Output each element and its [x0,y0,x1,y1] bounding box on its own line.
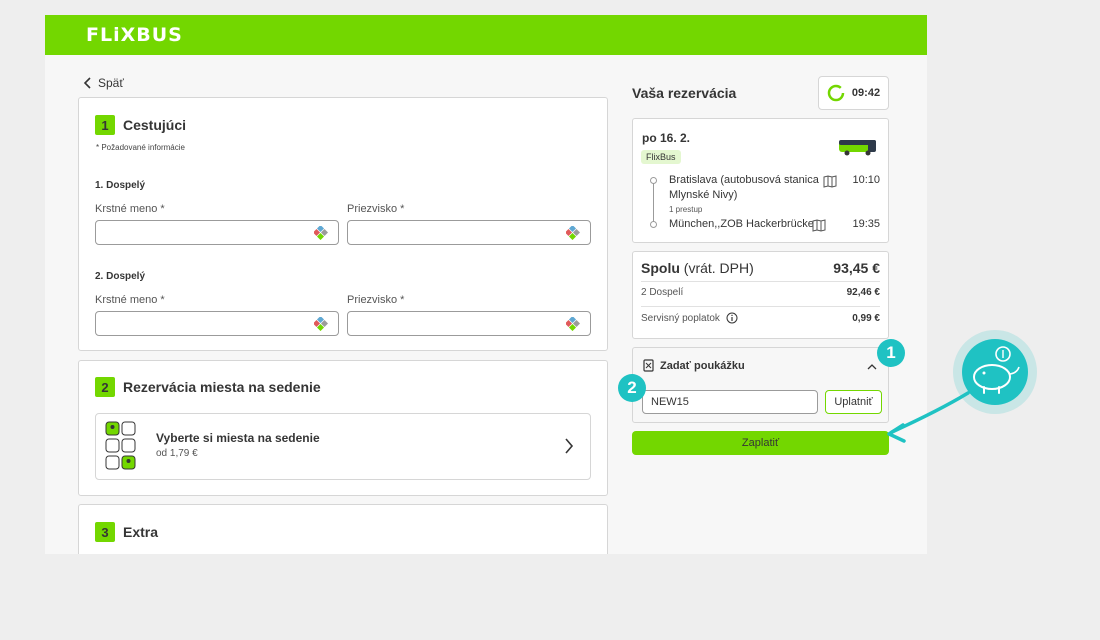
departure-time: 10:10 [852,174,880,186]
back-link[interactable]: Späť [83,76,124,90]
voucher-card: Zadať poukážku NEW15 Uplatniť [632,347,889,423]
total-label: Spolu [641,260,680,276]
section-title: Cestujúci [123,117,187,133]
seat-selection-button[interactable]: Vyberte si miesta na sedenie od 1,79 € [95,413,591,480]
keyboard-icon[interactable] [314,317,328,331]
step-number: 3 [95,522,115,542]
keyboard-icon[interactable] [314,226,328,240]
departure-stop: Bratislava (autobusová stanica Mlynské N… [669,174,819,201]
trip-date: po 16. 2. [642,131,691,145]
adults-value: 92,46 € [846,287,880,298]
adults-label: 2 Dospelí [641,287,684,298]
bus-icon [839,140,876,156]
divider [641,281,880,282]
voucher-input[interactable]: NEW15 [642,390,818,414]
last-name-label: Priezvisko * [347,203,405,215]
passenger-heading: 1. Dospelý [95,180,146,191]
first-name-input[interactable] [95,220,339,245]
timer: 09:42 [818,76,889,110]
first-name-label: Krstné meno * [95,203,165,215]
fee-value: 0,99 € [852,312,880,324]
reservation-title: Vaša rezervácia [632,85,737,101]
section-title: Rezervácia miesta na sedenie [123,379,321,395]
seat-reservation-title: 2 Rezervácia miesta na sedenie [95,377,321,397]
apply-voucher-button[interactable]: Uplatniť [825,390,882,414]
divider [641,306,880,307]
section-title: Extra [123,524,159,540]
first-name-input[interactable] [95,311,339,336]
passengers-title: 1 Cestujúci [95,115,186,135]
totals-card: Spolu (vrát. DPH) 93,45 € 2 Dospelí 92,4… [632,251,889,339]
arrival-time: 19:35 [852,218,880,230]
annotation-marker-1: 1 [877,339,905,367]
arrival-stop: München,,ZOB Hackerbrücke [669,218,814,230]
carrier-badge: FlixBus [641,150,681,164]
fee-label-group: Servisný poplatok [641,312,738,324]
back-label: Späť [98,76,124,90]
chevron-up-icon[interactable] [867,363,877,370]
chevron-right-icon [565,438,574,454]
passengers-card: 1 Cestujúci * Požadované informácie 1. D… [78,97,608,351]
total-label-group: Spolu (vrát. DPH) [641,260,754,276]
voucher-icon [643,359,654,372]
passenger-heading: 2. Dospelý [95,271,146,282]
adults-row: 2 Dospelí 92,46 € [641,287,880,298]
extra-card: 3 Extra [78,504,608,554]
last-name-label: Priezvisko * [347,294,405,306]
step-number: 1 [95,115,115,135]
voucher-title: Zadať poukážku [660,359,745,372]
map-icon[interactable] [823,175,837,188]
fee-row: Servisný poplatok 0,99 € [641,312,880,324]
route-line [653,180,654,224]
total-vat-label: (vrát. DPH) [683,260,754,276]
timer-icon [827,84,845,102]
seat-option-price: od 1,79 € [156,448,198,459]
first-name-label: Krstné meno * [95,294,165,306]
map-icon[interactable] [812,219,826,232]
pay-button[interactable]: Zaplatiť [632,431,889,455]
departure-dot [650,177,657,184]
total-row: Spolu (vrát. DPH) 93,45 € [641,260,880,276]
header: FLiXBUS [45,15,927,55]
keyboard-icon[interactable] [566,226,580,240]
timer-value: 09:42 [851,87,881,99]
total-value: 93,45 € [833,260,880,276]
last-name-input[interactable] [347,311,591,336]
seat-option-title: Vyberte si miesta na sedenie [156,431,320,445]
fee-label: Servisný poplatok [641,312,720,324]
required-note: * Požadované informácie [96,143,185,152]
voucher-toggle[interactable]: Zadať poukážku [643,359,745,372]
flixbus-logo[interactable]: FLiXBUS [86,24,183,46]
last-name-input[interactable] [347,220,591,245]
extra-title: 3 Extra [95,522,158,542]
annotation-marker-2: 2 [618,374,646,402]
transfer-info: 1 prestup [669,205,703,214]
seat-reservation-card: 2 Rezervácia miesta na sedenie Vyberte s… [78,360,608,496]
trip-card: po 16. 2. FlixBus Bratislava (autobusová… [632,118,889,243]
piggy-bank-icon [953,330,1037,414]
info-icon[interactable] [726,312,738,324]
app-window: FLiXBUS Späť 1 Cestujúci * Požadované in… [45,15,927,554]
arrival-dot [650,221,657,228]
step-number: 2 [95,377,115,397]
keyboard-icon[interactable] [566,317,580,331]
chevron-left-icon [83,77,91,89]
seat-map-icon [105,421,136,470]
